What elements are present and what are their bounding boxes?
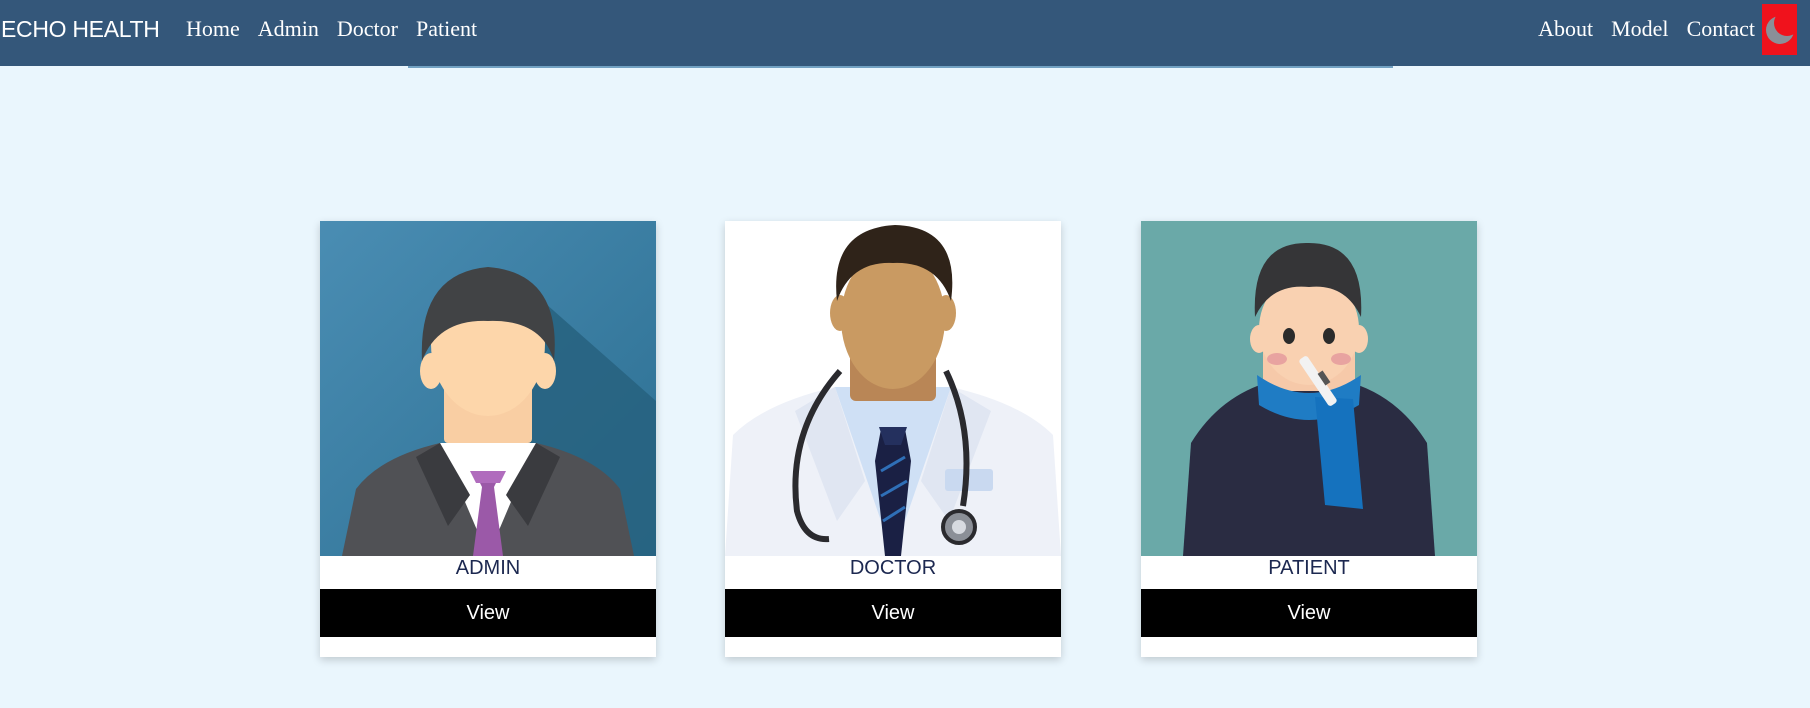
admin-view-button[interactable]: View xyxy=(320,589,656,637)
nav-model[interactable]: Model xyxy=(1611,16,1668,42)
nav-home[interactable]: Home xyxy=(186,16,240,42)
logout-button[interactable] xyxy=(1762,4,1800,55)
doctor-avatar-icon xyxy=(725,221,1061,556)
nav-patient[interactable]: Patient xyxy=(416,16,477,42)
nav-about[interactable]: About xyxy=(1538,16,1593,42)
patient-card: PATIENT View xyxy=(1141,221,1477,657)
card-title-doctor: DOCTOR xyxy=(849,557,937,579)
doctor-view-button[interactable]: View xyxy=(725,589,1061,637)
nav-doctor[interactable]: Doctor xyxy=(337,16,398,42)
admin-card: ADMIN View xyxy=(320,221,656,657)
card-title-patient: PATIENT xyxy=(1268,557,1350,579)
banner-strip xyxy=(408,66,1393,68)
brand-logo[interactable]: ECHO HEALTH xyxy=(1,16,160,43)
doctor-avatar-image xyxy=(725,221,1061,556)
nav-admin[interactable]: Admin xyxy=(258,16,319,42)
admin-avatar-image xyxy=(320,221,656,556)
moon-icon xyxy=(1766,10,1800,44)
doctor-card: DOCTOR View xyxy=(725,221,1061,657)
top-navbar: ECHO HEALTH Home Admin Doctor Patient Ab… xyxy=(0,0,1810,66)
nav-right-links: About Model Contact xyxy=(1538,16,1755,42)
nav-left-links: Home Admin Doctor Patient xyxy=(186,16,477,42)
patient-view-button[interactable]: View xyxy=(1141,589,1477,637)
nav-contact[interactable]: Contact xyxy=(1687,16,1755,42)
card-title-admin: ADMIN xyxy=(455,557,521,579)
admin-avatar-icon xyxy=(320,221,656,556)
patient-avatar-image xyxy=(1141,221,1477,556)
patient-avatar-icon xyxy=(1141,221,1477,556)
